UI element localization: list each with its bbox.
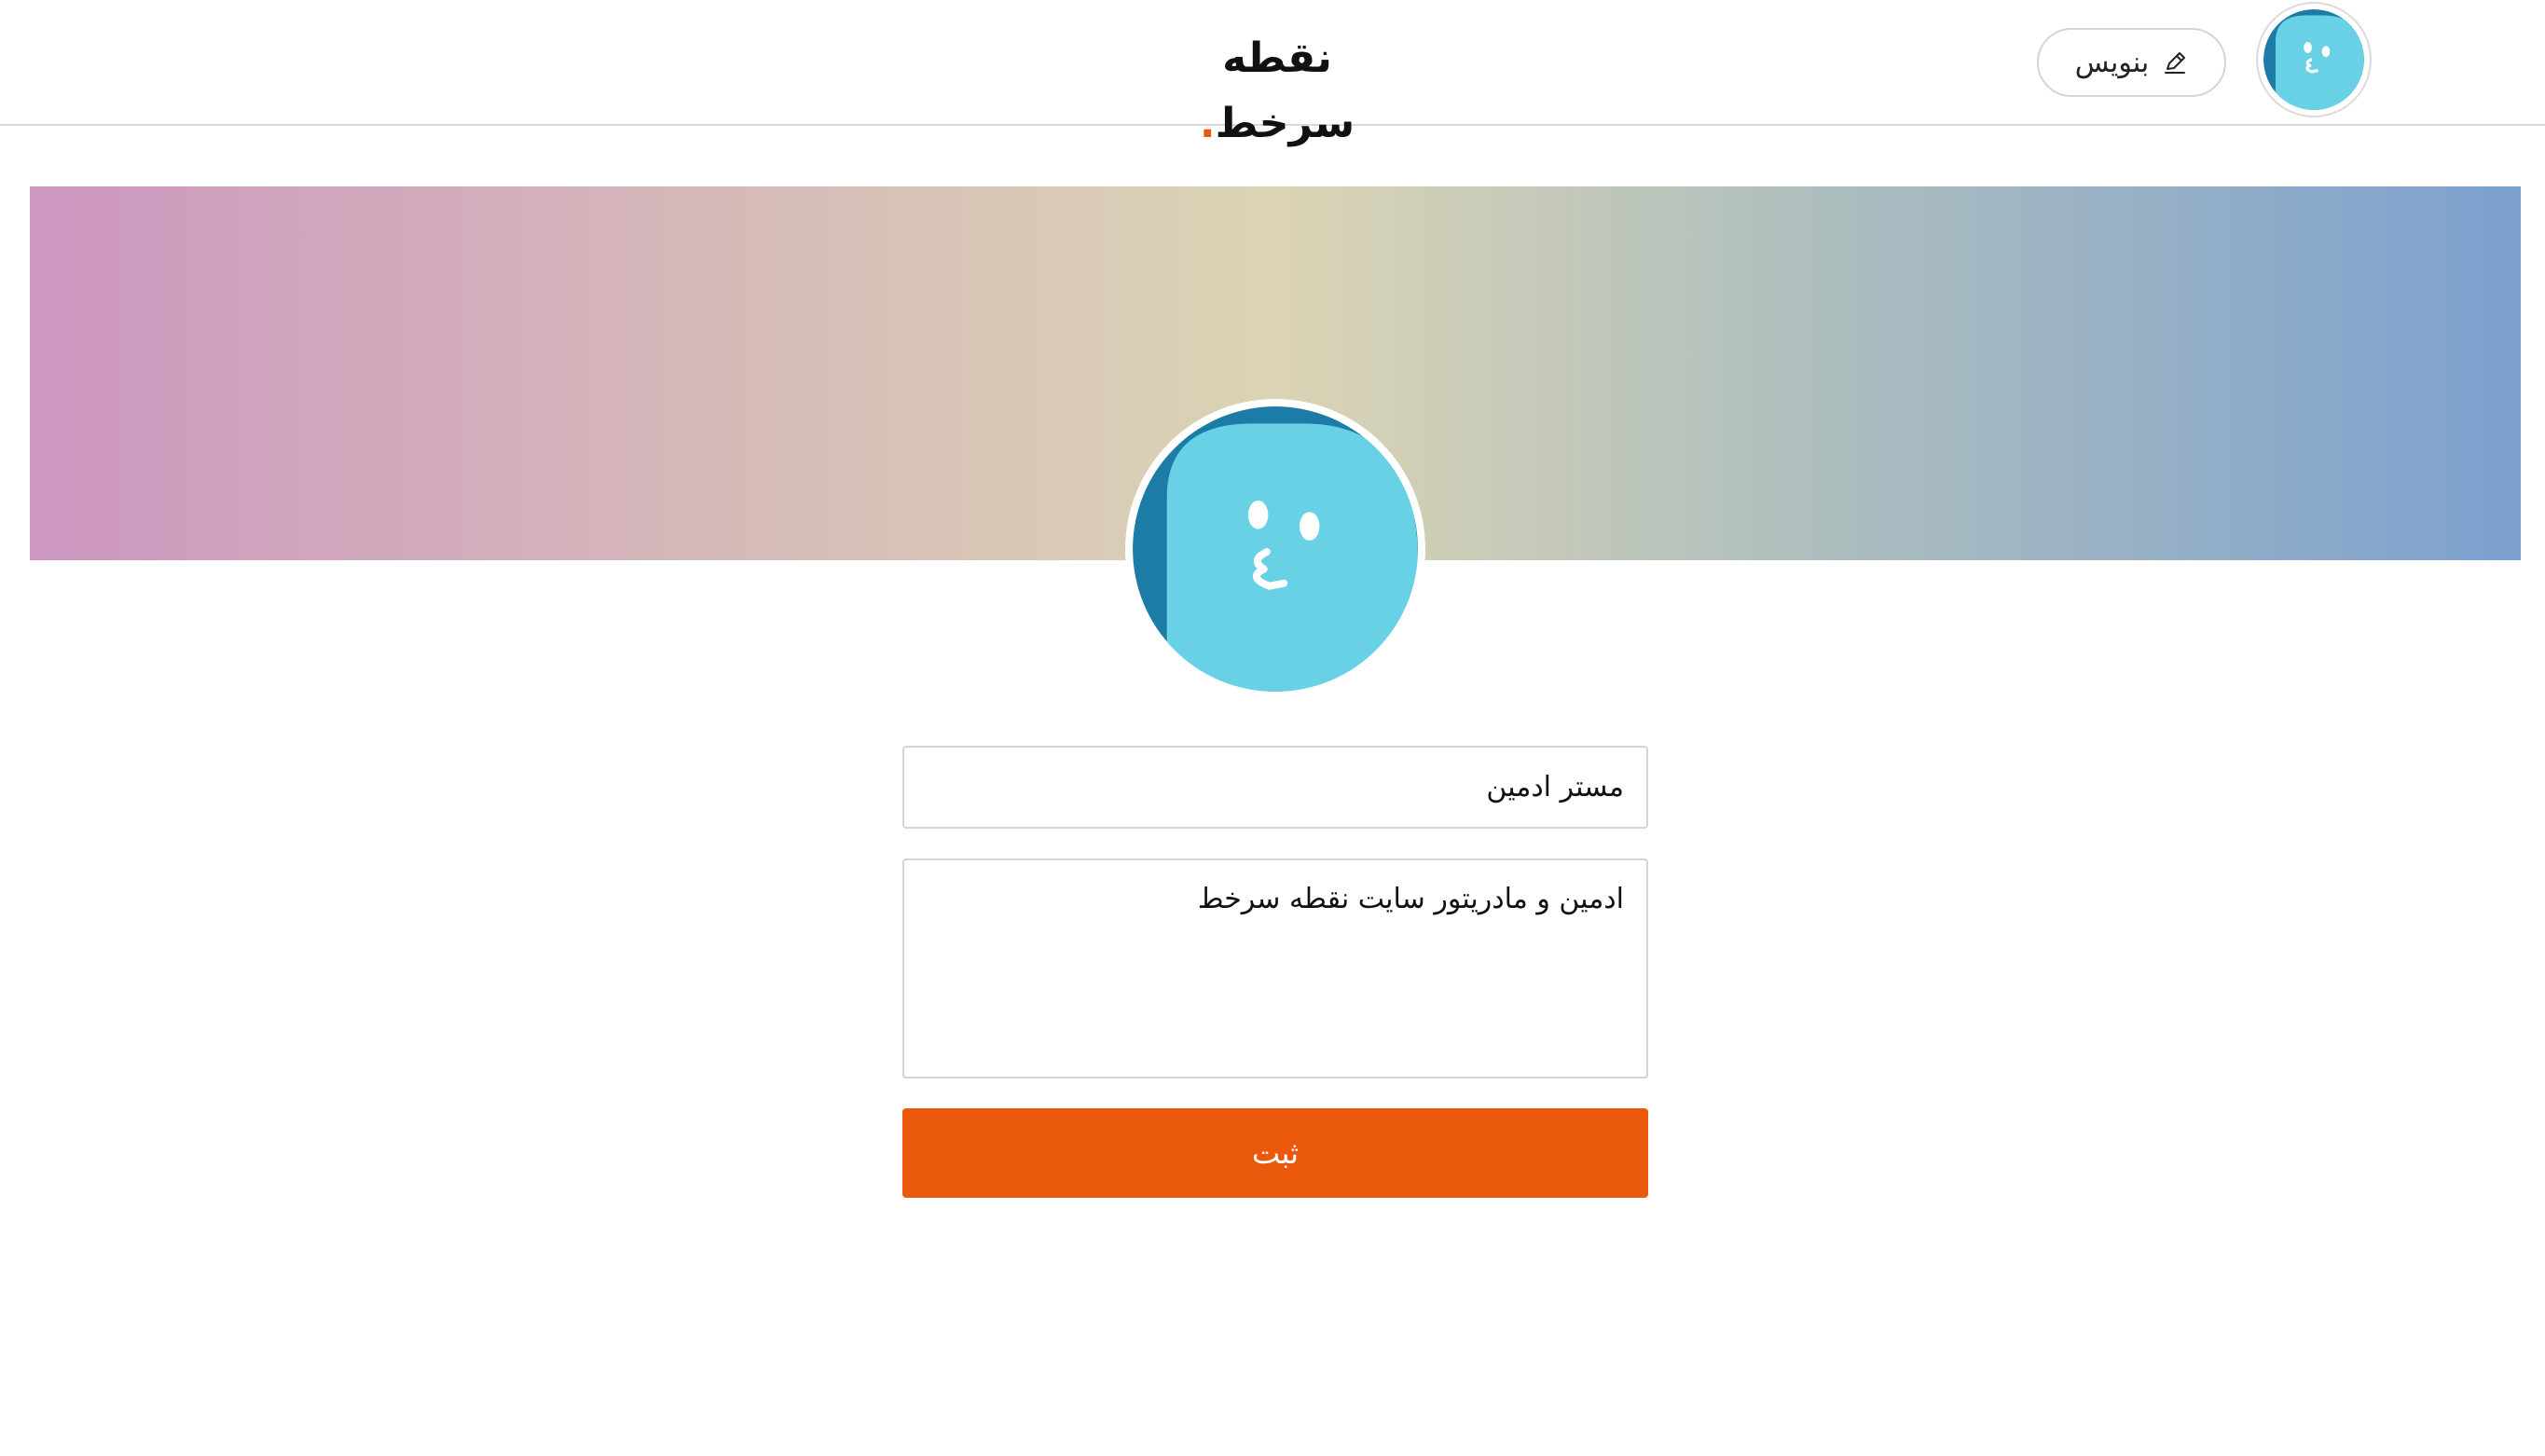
user-avatar-menu[interactable] [2256,2,2372,117]
submit-button[interactable]: ثبت [902,1108,1648,1198]
brand-name: نقطه سرخط [1215,34,1355,147]
brand-dot: . [1199,100,1216,147]
pencil-icon [2162,49,2188,76]
avatar-icon [1133,406,1418,692]
write-button-label: بنویس [2074,46,2150,79]
write-button[interactable]: بنویس [2037,28,2226,97]
top-navbar: نقطه سرخط. بنویس [0,0,2545,147]
avatar-icon [2263,9,2364,110]
bio-textarea[interactable]: ادمین و مادریتور سایت نقطه سرخط [902,858,1648,1078]
display-name-input[interactable] [902,746,1648,829]
site-logo[interactable]: نقطه سرخط. [1156,26,1398,147]
profile-avatar[interactable] [1125,399,1425,699]
